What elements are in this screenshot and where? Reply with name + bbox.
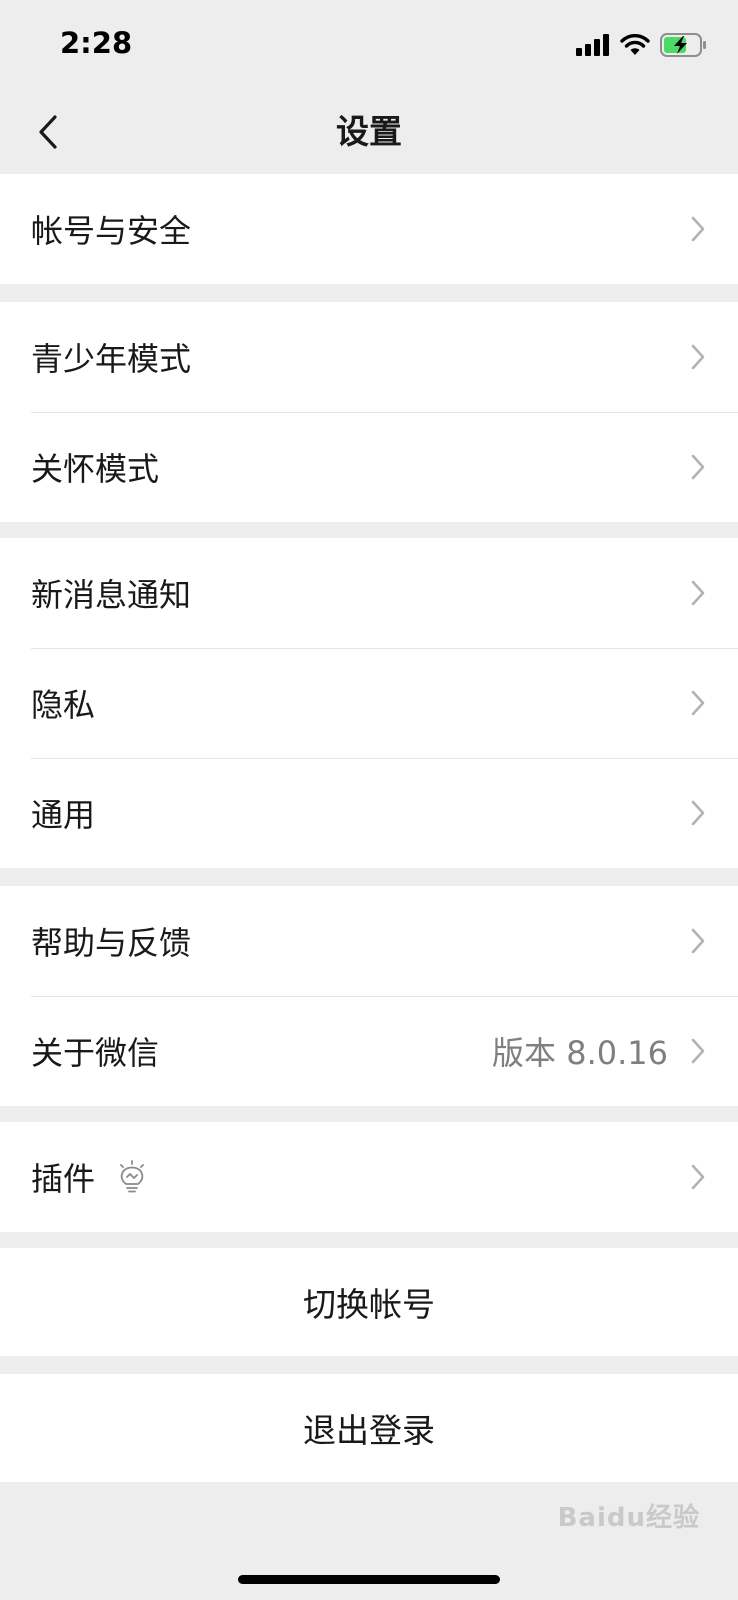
cellular-signal-icon xyxy=(576,34,609,56)
chevron-right-icon xyxy=(691,216,705,242)
status-icons xyxy=(576,30,708,60)
chevron-right-icon xyxy=(691,800,705,826)
settings-item-account-security[interactable]: 帐号与安全 xyxy=(0,174,738,284)
battery-charging-icon xyxy=(660,33,706,57)
settings-group-account: 帐号与安全 xyxy=(0,174,738,284)
settings-item-privacy[interactable]: 隐私 xyxy=(0,648,738,758)
switch-account-button[interactable]: 切换帐号 xyxy=(0,1248,738,1356)
home-indicator xyxy=(238,1575,500,1584)
settings-item-general[interactable]: 通用 xyxy=(0,758,738,868)
settings-group-help: 帮助与反馈 关于微信 版本 8.0.16 xyxy=(0,886,738,1106)
status-time: 2:28 xyxy=(60,26,133,60)
version-value: 版本 8.0.16 xyxy=(492,1034,668,1072)
lightbulb-icon xyxy=(120,1160,144,1193)
settings-item-label: 插件 xyxy=(31,1160,96,1198)
settings-item-label: 青少年模式 xyxy=(31,340,192,378)
settings-item-about-wechat[interactable]: 关于微信 版本 8.0.16 xyxy=(0,996,738,1106)
settings-item-label: 帐号与安全 xyxy=(31,212,192,250)
chevron-right-icon xyxy=(691,580,705,606)
settings-group-modes: 青少年模式 关怀模式 xyxy=(0,302,738,522)
chevron-right-icon xyxy=(691,1038,705,1064)
settings-item-label: 通用 xyxy=(31,796,96,834)
settings-item-label: 隐私 xyxy=(31,686,96,724)
settings-item-label: 新消息通知 xyxy=(31,576,192,614)
settings-item-plugins[interactable]: 插件 xyxy=(0,1122,738,1232)
settings-item-label: 帮助与反馈 xyxy=(31,924,192,962)
settings-item-notifications[interactable]: 新消息通知 xyxy=(0,538,738,648)
baidu-watermark: Baidu经验 xyxy=(557,1503,700,1533)
chevron-right-icon xyxy=(691,928,705,954)
settings-item-teen-mode[interactable]: 青少年模式 xyxy=(0,302,738,412)
settings-item-help-feedback[interactable]: 帮助与反馈 xyxy=(0,886,738,996)
chevron-right-icon xyxy=(691,344,705,370)
settings-item-label: 关于微信 xyxy=(31,1034,160,1072)
settings-group-general: 新消息通知 隐私 通用 xyxy=(0,538,738,868)
chevron-right-icon xyxy=(691,1164,705,1190)
chevron-right-icon xyxy=(691,690,705,716)
logout-button[interactable]: 退出登录 xyxy=(0,1374,738,1482)
settings-item-label: 关怀模式 xyxy=(31,450,160,488)
settings-group-plugins: 插件 xyxy=(0,1122,738,1232)
status-bar: 2:28 xyxy=(0,0,738,90)
page-title: 设置 xyxy=(336,112,402,151)
nav-bar: 设置 xyxy=(0,90,738,174)
wifi-icon xyxy=(620,34,650,55)
chevron-right-icon xyxy=(691,454,705,480)
settings-item-care-mode[interactable]: 关怀模式 xyxy=(0,412,738,522)
